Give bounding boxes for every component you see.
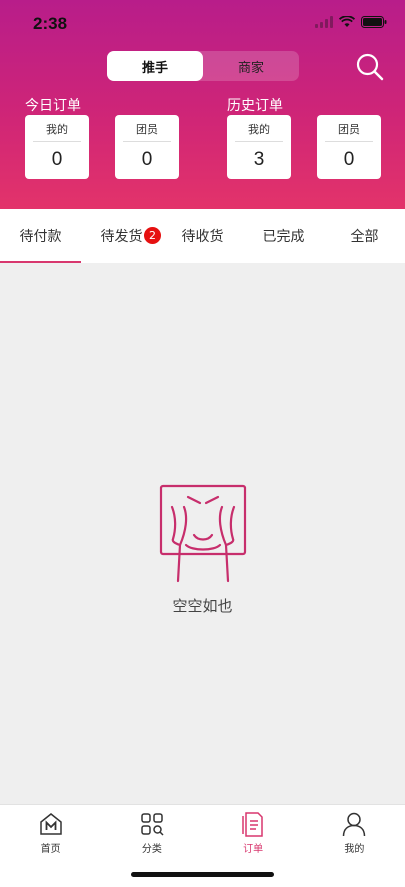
tab-label: 全部: [350, 229, 379, 245]
tab-pending-payment[interactable]: 待付款: [0, 209, 81, 263]
tab-all[interactable]: 全部: [324, 209, 405, 263]
tab-label: 待发货: [100, 229, 143, 245]
today-my-orders-card[interactable]: 我的 0: [25, 115, 89, 179]
search-icon[interactable]: [355, 52, 385, 82]
role-option-pusher[interactable]: 推手: [107, 51, 203, 81]
battery-icon: [361, 16, 387, 28]
tab-pending-receipt[interactable]: 待收货: [162, 209, 243, 263]
tab-label: 已完成: [262, 229, 305, 245]
card-label: 我的: [46, 123, 68, 136]
empty-state-text: 空空如也: [172, 597, 233, 615]
nav-label: 我的: [344, 844, 365, 855]
crying-face-icon: [159, 484, 247, 583]
today-orders-title: 今日订单: [25, 98, 81, 114]
home-indicator[interactable]: [131, 872, 274, 877]
user-icon: [343, 812, 366, 837]
card-label: 团员: [338, 123, 360, 136]
role-option-merchant[interactable]: 商家: [203, 51, 299, 81]
card-value: 0: [141, 149, 153, 170]
tab-label: 待收货: [181, 229, 224, 245]
status-time: 2:38: [33, 14, 68, 33]
role-toggle[interactable]: 推手 商家: [107, 51, 299, 81]
tab-label: 待付款: [19, 229, 62, 245]
signal-icon: [315, 16, 333, 28]
wifi-icon: [339, 16, 355, 27]
tab-pending-shipment[interactable]: 待发货 2: [81, 209, 162, 263]
history-team-orders-card[interactable]: 团员 0: [317, 115, 381, 179]
orders-icon: [242, 812, 263, 837]
status-bar: 2:38: [0, 0, 405, 48]
nav-label: 首页: [40, 844, 61, 855]
nav-mine[interactable]: 我的: [304, 805, 405, 887]
tab-completed[interactable]: 已完成: [243, 209, 324, 263]
card-label: 团员: [136, 123, 158, 136]
home-icon: [39, 813, 62, 835]
order-header: 2:38 推手 商家 今日订单 历史订单 我的 0 团员 0 我的 3 团员 0: [0, 0, 405, 209]
today-team-orders-card[interactable]: 团员 0: [115, 115, 179, 179]
nav-label: 分类: [141, 844, 162, 855]
history-my-orders-card[interactable]: 我的 3: [227, 115, 291, 179]
card-value: 3: [253, 149, 265, 170]
card-label: 我的: [248, 123, 270, 136]
history-orders-title: 历史订单: [227, 98, 283, 114]
nav-home[interactable]: 首页: [0, 805, 101, 887]
status-icons: [315, 16, 387, 28]
nav-label: 订单: [243, 844, 264, 855]
category-icon: [141, 813, 164, 836]
order-status-tabs: 待付款 待发货 2 待收货 已完成 全部: [0, 209, 405, 263]
card-value: 0: [51, 149, 63, 170]
count-badge: 2: [143, 226, 162, 245]
card-value: 0: [343, 149, 355, 170]
